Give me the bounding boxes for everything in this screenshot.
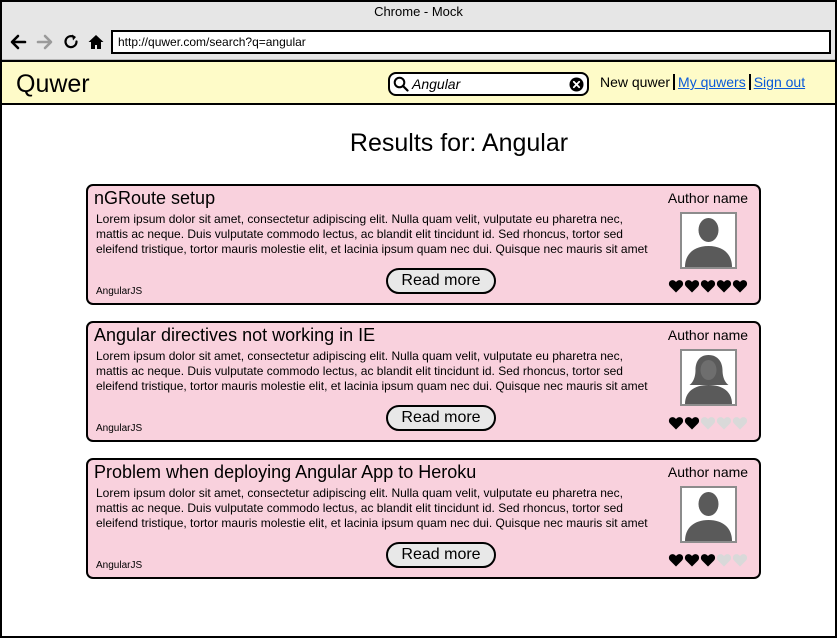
clear-search-icon[interactable] [569,77,584,92]
result-card: Angular directives not working in IE Lor… [86,321,761,442]
home-icon[interactable] [86,32,106,52]
heart-empty-icon[interactable] [732,415,748,431]
my-quwers-link[interactable]: My quwers [678,74,746,90]
card-tag[interactable]: AngularJS [96,286,142,297]
heart-filled-icon[interactable] [668,278,684,294]
read-more-button[interactable]: Read more [386,268,496,294]
card-title[interactable]: nGRoute setup [94,188,215,209]
app-logo[interactable]: Quwer [16,70,90,99]
card-excerpt: Lorem ipsum dolor sit amet, consectetur … [96,212,648,256]
rating-hearts [668,278,748,294]
card-tag[interactable]: AngularJS [96,423,142,434]
author-name[interactable]: Author name [658,190,758,206]
nav-divider [748,74,751,90]
heart-empty-icon[interactable] [700,415,716,431]
heart-empty-icon[interactable] [716,552,732,568]
card-tag[interactable]: AngularJS [96,560,142,571]
search-query-text: Angular [412,76,461,92]
male-avatar-icon [680,486,737,543]
header-nav: New quwer My quwers Sign out [600,74,805,90]
result-card: nGRoute setup Lorem ipsum dolor sit amet… [86,184,761,305]
forward-arrow-icon[interactable] [35,32,55,52]
card-excerpt: Lorem ipsum dolor sit amet, consectetur … [96,349,648,393]
search-input[interactable]: Angular [388,72,589,96]
new-quwer-link[interactable]: New quwer [600,74,670,90]
back-arrow-icon[interactable] [8,32,28,52]
heart-filled-icon[interactable] [732,278,748,294]
rating-hearts [668,415,748,431]
heart-filled-icon[interactable] [684,552,700,568]
heart-filled-icon[interactable] [668,552,684,568]
male-avatar-icon [680,212,737,269]
search-icon [393,76,409,92]
rating-hearts [668,552,748,568]
heart-filled-icon[interactable] [668,415,684,431]
card-title[interactable]: Problem when deploying Angular App to He… [94,462,476,483]
result-card: Problem when deploying Angular App to He… [86,458,761,579]
card-excerpt: Lorem ipsum dolor sit amet, consectetur … [96,486,648,530]
sign-out-link[interactable]: Sign out [754,74,805,90]
app-header: Quwer Angular New quwer My quwers Sign o… [2,60,835,105]
heart-filled-icon[interactable] [684,415,700,431]
author-name[interactable]: Author name [658,327,758,343]
heart-filled-icon[interactable] [716,278,732,294]
female-avatar-icon [680,349,737,406]
heart-empty-icon[interactable] [732,552,748,568]
browser-window: Chrome - Mock http://quwer.com/search?q=… [0,0,837,638]
nav-divider [673,74,676,90]
heart-filled-icon[interactable] [700,552,716,568]
read-more-button[interactable]: Read more [386,405,496,431]
reload-icon[interactable] [61,32,81,52]
browser-toolbar: Chrome - Mock http://quwer.com/search?q=… [2,2,835,60]
read-more-button[interactable]: Read more [386,542,496,568]
heart-filled-icon[interactable] [684,278,700,294]
address-bar[interactable]: http://quwer.com/search?q=angular [111,30,831,54]
window-title: Chrome - Mock [374,4,463,19]
author-name[interactable]: Author name [658,464,758,480]
heart-empty-icon[interactable] [716,415,732,431]
card-title[interactable]: Angular directives not working in IE [94,325,375,346]
heart-filled-icon[interactable] [700,278,716,294]
results-title: Results for: Angular [349,129,569,157]
